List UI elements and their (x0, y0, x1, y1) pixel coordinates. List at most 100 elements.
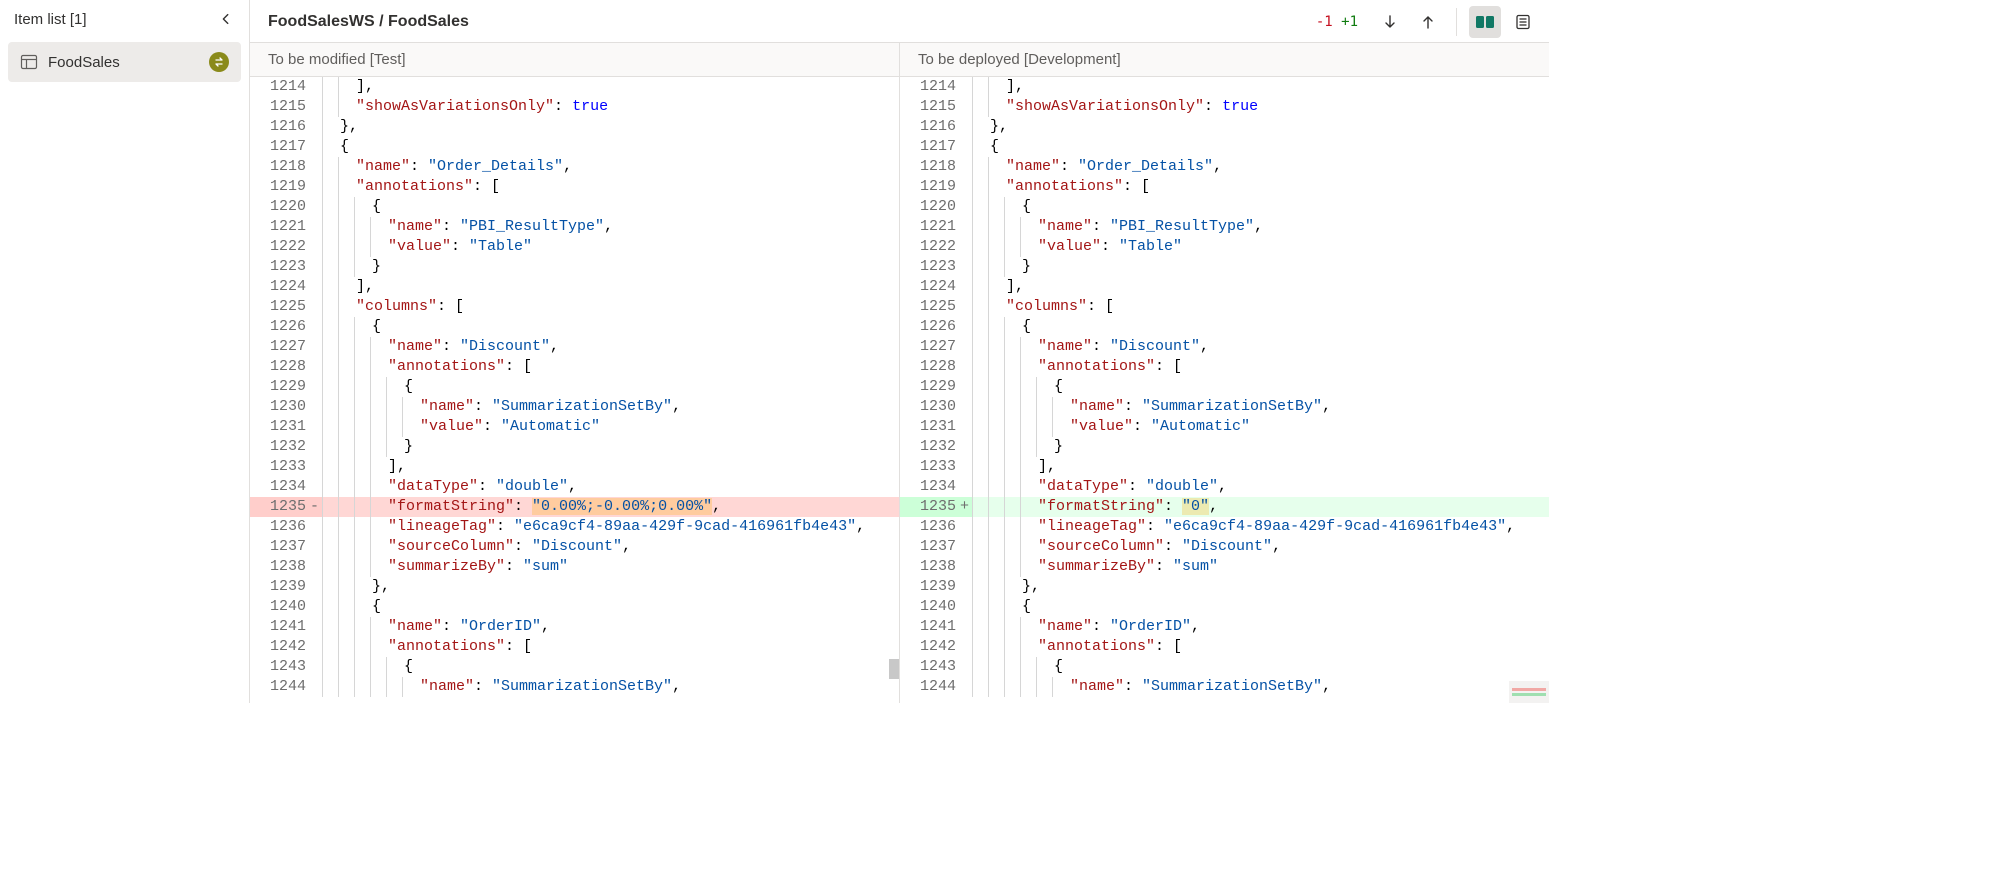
diff-area: 1214],1215"showAsVariationsOnly": true12… (250, 77, 1549, 703)
code-line: 1240{ (900, 597, 1549, 617)
line-content: "annotations": [ (1036, 357, 1549, 377)
line-content: "formatString": "0.00%;-0.00%;0.00%", (386, 497, 899, 517)
line-number: 1216 (250, 117, 310, 137)
line-content: "value": "Table" (1036, 237, 1549, 257)
right-pane[interactable]: 1214],1215"showAsVariationsOnly": true12… (900, 77, 1549, 703)
diff-minimap[interactable] (1509, 681, 1549, 703)
line-number: 1221 (900, 217, 960, 237)
diff-marker (310, 397, 322, 417)
next-diff-button[interactable] (1374, 6, 1406, 38)
line-number: 1220 (250, 197, 310, 217)
diff-marker (960, 297, 972, 317)
indent-guides (972, 77, 1004, 97)
scrollbar-thumb[interactable] (889, 659, 899, 679)
diff-marker (310, 417, 322, 437)
indent-guides (972, 537, 1036, 557)
code-line: 1216}, (900, 117, 1549, 137)
indent-guides (972, 137, 988, 157)
code-line: 1233], (900, 457, 1549, 477)
line-content: "value": "Table" (386, 237, 899, 257)
line-number: 1214 (250, 77, 310, 97)
indent-guides (972, 377, 1052, 397)
line-content: }, (988, 117, 1549, 137)
line-content: "annotations": [ (354, 177, 899, 197)
code-line: 1232} (900, 437, 1549, 457)
indent-guides (322, 657, 402, 677)
code-line: 1227 "name": "Discount", (250, 337, 899, 357)
code-line: 1223} (250, 257, 899, 277)
inline-view-button[interactable] (1507, 6, 1539, 38)
indent-guides (972, 417, 1068, 437)
line-number: 1233 (250, 457, 310, 477)
line-content: "name": "Order_Details", (354, 157, 899, 177)
diff-marker (960, 517, 972, 537)
line-number: 1228 (900, 357, 960, 377)
diff-marker (310, 177, 322, 197)
prev-diff-button[interactable] (1412, 6, 1444, 38)
line-content: ], (1004, 77, 1549, 97)
diff-marker (310, 537, 322, 557)
line-number: 1234 (250, 477, 310, 497)
line-content: "annotations": [ (386, 637, 899, 657)
inline-icon (1515, 14, 1531, 30)
code-line: 1241"name": "OrderID", (900, 617, 1549, 637)
line-number: 1230 (900, 397, 960, 417)
line-content: "summarizeBy": "sum" (386, 557, 899, 577)
diff-marker (310, 257, 322, 277)
code-line: 1221"name": "PBI_ResultType", (250, 217, 899, 237)
diff-marker (960, 217, 972, 237)
line-number: 1226 (900, 317, 960, 337)
code-line: 1214], (900, 77, 1549, 97)
indent-guides (972, 157, 1004, 177)
line-number: 1214 (900, 77, 960, 97)
code-line: 1220{ (250, 197, 899, 217)
diff-marker (310, 577, 322, 597)
added-count: +1 (1341, 14, 1358, 30)
indent-guides (972, 437, 1052, 457)
code-line: 1233], (250, 457, 899, 477)
line-content: "annotations": [ (1036, 637, 1549, 657)
code-line: 1236"lineageTag": "e6ca9cf4-89aa-429f-9c… (900, 517, 1549, 537)
line-number: 1218 (900, 157, 960, 177)
left-pane[interactable]: 1214],1215"showAsVariationsOnly": true12… (250, 77, 900, 703)
line-content: "lineageTag": "e6ca9cf4-89aa-429f-9cad-4… (386, 517, 899, 537)
line-content: "name": "Discount", (386, 337, 899, 357)
line-content: "annotations": [ (386, 357, 899, 377)
line-number: 1226 (250, 317, 310, 337)
indent-guides (972, 357, 1036, 377)
code-line: 1244"name": "SummarizationSetBy", (250, 677, 899, 697)
diff-marker (960, 197, 972, 217)
code-line: 1219"annotations": [ (250, 177, 899, 197)
code-line: 1221"name": "PBI_ResultType", (900, 217, 1549, 237)
code-line: 1238"summarizeBy": "sum" (900, 557, 1549, 577)
line-content: } (402, 437, 899, 457)
side-by-side-view-button[interactable] (1469, 6, 1501, 38)
collapse-sidebar-button[interactable] (215, 8, 237, 30)
diff-marker: - (310, 497, 322, 517)
indent-guides (972, 637, 1036, 657)
code-line: 1230"name": "SummarizationSetBy", (900, 397, 1549, 417)
indent-guides (972, 177, 1004, 197)
line-content: ], (386, 457, 899, 477)
line-number: 1244 (900, 677, 960, 697)
line-number: 1221 (250, 217, 310, 237)
indent-guides (972, 97, 1004, 117)
line-number: 1231 (900, 417, 960, 437)
sidebar-item-foodsales[interactable]: FoodSales (8, 42, 241, 82)
indent-guides (972, 557, 1036, 577)
line-content: "name": "SummarizationSetBy", (418, 397, 899, 417)
code-line: 1239}, (900, 577, 1549, 597)
line-number: 1217 (900, 137, 960, 157)
line-content: { (1052, 657, 1549, 677)
line-number: 1232 (250, 437, 310, 457)
line-content: "sourceColumn": "Discount", (1036, 537, 1549, 557)
line-content: "value": "Automatic" (1068, 417, 1549, 437)
line-content: "annotations": [ (1004, 177, 1549, 197)
line-number: 1227 (900, 337, 960, 357)
code-line: 1223} (900, 257, 1549, 277)
indent-guides (322, 597, 370, 617)
line-number: 1227 (250, 337, 310, 357)
indent-guides (322, 377, 402, 397)
diff-marker (960, 317, 972, 337)
line-content: "showAsVariationsOnly": true (354, 97, 899, 117)
